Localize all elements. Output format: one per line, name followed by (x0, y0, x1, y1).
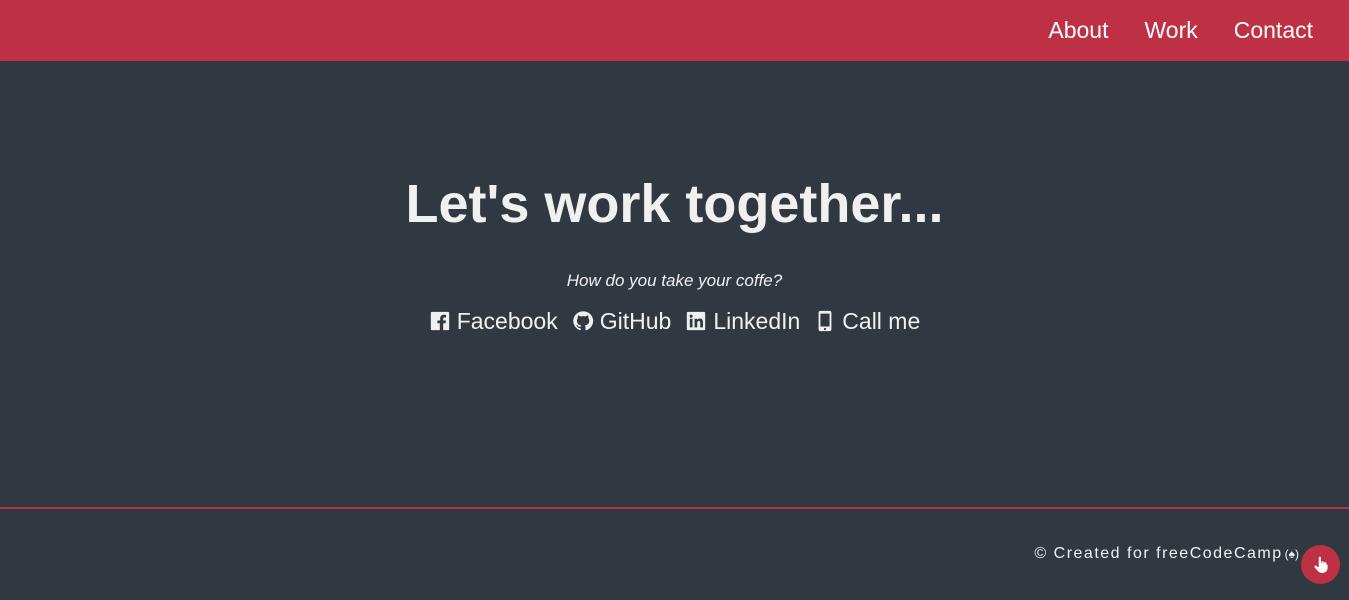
linkedin-icon (687, 311, 706, 331)
footer-prefix: © Created for (1034, 545, 1157, 562)
contact-headline: Let's work together... (405, 174, 944, 234)
mobile-phone-icon (818, 310, 832, 332)
facebook-square-icon (430, 311, 449, 331)
footer: © Created for freeCodeCamp (♠) (0, 509, 1349, 600)
top-navbar: About Work Contact (0, 0, 1349, 61)
floating-action-button[interactable] (1301, 545, 1340, 584)
hand-pointer-icon (1313, 556, 1328, 573)
freecodecamp-logo-icon: (♠) (1284, 547, 1299, 561)
call-me-link[interactable]: Call me (814, 307, 920, 335)
nav-link-contact[interactable]: Contact (1234, 19, 1313, 42)
linkedin-label: LinkedIn (713, 308, 801, 334)
nav-links: About Work Contact (1048, 0, 1313, 61)
footer-credit: © Created for freeCodeCamp (♠) (1034, 545, 1299, 563)
nav-link-work[interactable]: Work (1144, 19, 1197, 42)
social-links: Facebook GitHub LinkedIn Call me (0, 307, 1349, 335)
github-link[interactable]: GitHub (572, 307, 672, 335)
contact-subline: How do you take your coffe? (566, 271, 783, 290)
linkedin-link[interactable]: LinkedIn (685, 307, 800, 335)
freecodecamp-link[interactable]: freeCodeCamp (1156, 545, 1283, 563)
facebook-link[interactable]: Facebook (429, 307, 558, 335)
call-me-label: Call me (842, 308, 921, 334)
github-label: GitHub (599, 308, 672, 334)
nav-link-about[interactable]: About (1048, 19, 1108, 42)
facebook-label: Facebook (456, 308, 558, 334)
github-icon (573, 311, 593, 331)
contact-section: Let's work together... How do you take y… (0, 61, 1349, 507)
